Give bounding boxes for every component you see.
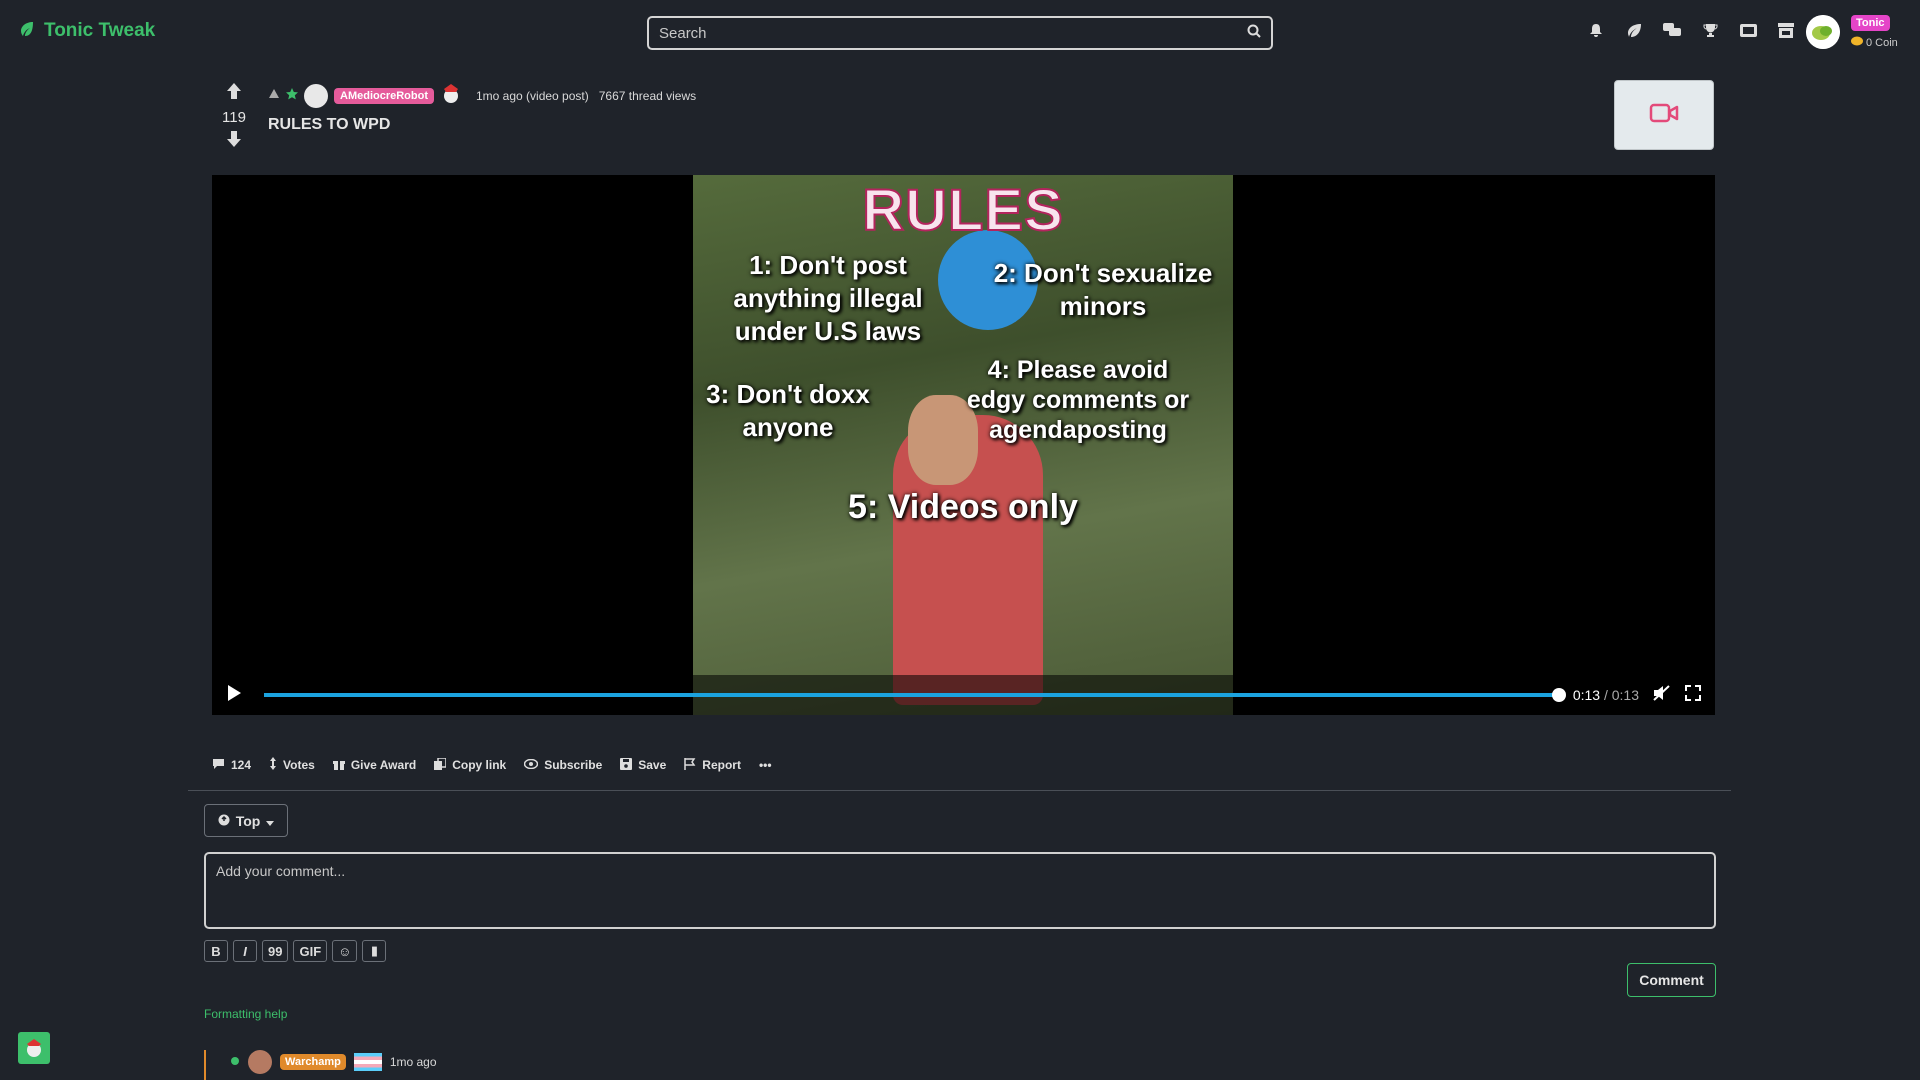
floppy-disk-icon: [620, 757, 633, 773]
italic-button[interactable]: I: [233, 940, 257, 962]
comment-time: 1mo ago: [389, 1055, 437, 1069]
rule-3: 3: Don't doxx anyone: [706, 379, 870, 442]
bell-icon[interactable]: [1586, 20, 1606, 40]
video-time: 0:13 / 0:13: [1573, 687, 1639, 703]
search-icon[interactable]: [1247, 24, 1261, 43]
post-meta: AMediocreRobot 1mo ago (video post) 7667…: [268, 83, 696, 108]
video-frame: RULES 1: Don't post anything illegal und…: [693, 175, 1233, 715]
pin-icon: [268, 88, 280, 103]
copy-icon: [434, 756, 447, 773]
actions-divider: [188, 790, 1731, 791]
post-thumbnail[interactable]: [1614, 80, 1714, 150]
report-label: Report: [702, 758, 741, 772]
online-dot-icon: [230, 1055, 240, 1069]
votes-label: Votes: [283, 758, 315, 772]
brand-link[interactable]: Tonic Tweak: [20, 20, 155, 42]
author-avatar[interactable]: [304, 83, 328, 108]
file-upload-button[interactable]: ▮: [362, 940, 387, 962]
votes-action[interactable]: Votes: [269, 757, 315, 773]
commenter-name[interactable]: Warchamp: [280, 1054, 346, 1070]
comment-input[interactable]: [216, 863, 1704, 918]
comments-count: 124: [231, 758, 252, 772]
bold-button[interactable]: B: [204, 940, 228, 962]
report-action[interactable]: Report: [684, 757, 741, 773]
emoji-button[interactable]: ☺: [332, 940, 358, 962]
username-tag[interactable]: Tonic: [1851, 15, 1890, 31]
nav-icons: [1586, 20, 1796, 40]
post-score: 119: [222, 109, 246, 126]
subscribe-action[interactable]: Subscribe: [523, 758, 603, 772]
thread-views: 7667 thread views: [598, 88, 697, 103]
vote-column: 119: [222, 82, 246, 153]
trans-flag-icon: [353, 1053, 382, 1071]
comment-sort-dropdown[interactable]: Top: [204, 804, 288, 837]
fullscreen-icon[interactable]: [1685, 684, 1701, 706]
current-time: 0:13: [1572, 687, 1601, 703]
play-icon[interactable]: [226, 684, 242, 707]
video-controls: 0:13 / 0:13: [212, 675, 1715, 715]
formatting-toolbar: B I 99 GIF ☺ ▮: [204, 940, 387, 962]
brand-name: Tonic Tweak: [44, 20, 156, 41]
formatting-help-link[interactable]: Formatting help: [204, 1007, 287, 1021]
save-label: Save: [638, 758, 667, 772]
comment-bubble-icon: [212, 758, 225, 773]
caret-down-icon: [266, 813, 275, 829]
give-award-label: Give Award: [350, 758, 417, 772]
leaf-logo-icon: [20, 21, 34, 42]
leaf-icon[interactable]: [1624, 20, 1644, 40]
sort-icon: [218, 813, 230, 829]
eye-icon: [523, 758, 539, 772]
coin-count: 0 Coin: [1866, 36, 1898, 49]
search-field[interactable]: [647, 16, 1273, 50]
post-time: 1mo ago (video post): [476, 88, 589, 103]
video-progress-handle[interactable]: [1551, 688, 1566, 702]
rule-1: 1: Don't post anything illegal under U.S…: [733, 250, 923, 346]
flag-icon: [684, 757, 696, 773]
search-input[interactable]: [659, 24, 1247, 42]
commenter-avatar[interactable]: [248, 1050, 272, 1074]
coin-icon: [1851, 36, 1863, 49]
more-options-icon[interactable]: •••: [759, 758, 772, 772]
rule-2: 2: Don't sexualize minors: [993, 258, 1213, 321]
comment-thread-rail[interactable]: [204, 1050, 206, 1080]
post-title[interactable]: RULES TO WPD: [268, 116, 390, 134]
sort-label: Top: [235, 812, 261, 829]
downvote-arrow-icon[interactable]: [226, 130, 242, 153]
copy-link-action[interactable]: Copy link: [434, 756, 507, 773]
gif-button[interactable]: GIF: [293, 940, 328, 962]
rule-5: 5: Videos only: [848, 488, 1078, 526]
gift-icon: [332, 758, 345, 773]
comment-box[interactable]: [204, 852, 1716, 929]
author-name[interactable]: AMediocreRobot: [334, 87, 434, 104]
author-hat-icon: [440, 83, 462, 108]
mute-icon[interactable]: [1653, 684, 1671, 706]
navbar: Tonic Tweak Tonic 0 C: [0, 0, 1920, 64]
post-actions: 124 Votes Give Award Copy link Subscribe…: [212, 756, 772, 773]
video-camera-icon: [1649, 102, 1679, 129]
trophy-icon[interactable]: [1700, 20, 1720, 40]
star-icon: [286, 88, 298, 103]
video-progress-fill: [264, 693, 1559, 697]
comment-header: Warchamp 1mo ago: [230, 1050, 437, 1074]
duration: / 0:13: [1603, 687, 1639, 703]
quote-button[interactable]: 99: [262, 940, 289, 962]
video-heading: RULES: [861, 177, 1064, 244]
comments-action[interactable]: 124: [212, 758, 251, 773]
rule-4: 4: Please avoid edgy comments or agendap…: [966, 356, 1190, 444]
subscribe-label: Subscribe: [544, 758, 603, 772]
comment-submit-button[interactable]: Comment: [1627, 963, 1716, 997]
save-action[interactable]: Save: [620, 757, 667, 773]
ticket-icon[interactable]: [1738, 20, 1758, 40]
shop-icon[interactable]: [1776, 20, 1796, 40]
upvote-arrow-icon[interactable]: [226, 82, 242, 105]
vote-arrows-icon: [269, 757, 277, 773]
mascot-icon[interactable]: [18, 1032, 50, 1064]
copy-link-label: Copy link: [452, 758, 507, 772]
coin-balance: 0 Coin: [1851, 36, 1898, 49]
give-award-action[interactable]: Give Award: [332, 758, 417, 773]
user-avatar[interactable]: [1806, 15, 1840, 49]
video-player[interactable]: RULES 1: Don't post anything illegal und…: [212, 175, 1715, 715]
chat-icon[interactable]: [1662, 20, 1682, 40]
video-progress-bar[interactable]: [264, 688, 1566, 702]
